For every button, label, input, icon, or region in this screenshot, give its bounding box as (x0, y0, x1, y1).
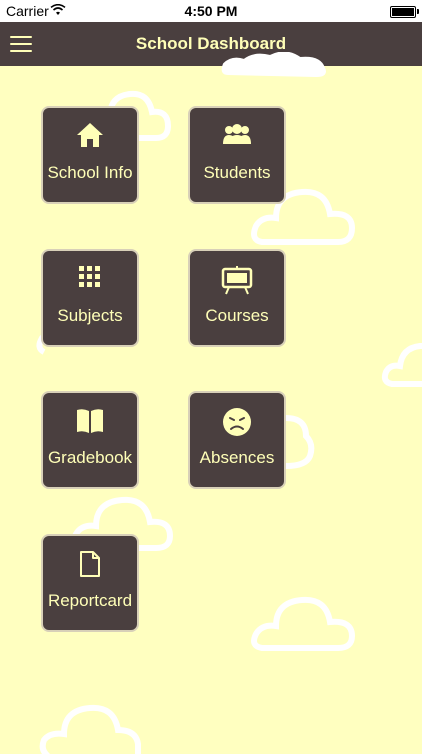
tile-label: Absences (199, 448, 275, 467)
grid-icon (43, 265, 137, 293)
battery-icon (390, 6, 416, 18)
tile-label: School Info (47, 163, 133, 182)
page-title: School Dashboard (135, 34, 287, 53)
battery-tip (417, 9, 419, 14)
people-group-icon (190, 122, 284, 150)
students-button[interactable]: Students (188, 106, 286, 204)
easel-board-icon (190, 265, 284, 295)
absences-button[interactable]: Absences (188, 391, 286, 489)
tile-label: Students (203, 163, 271, 182)
tile-label: Subjects (57, 306, 123, 325)
cloud-icon (251, 596, 356, 651)
gradebook-button[interactable]: Gradebook (41, 391, 139, 489)
cloud-icon (39, 704, 141, 754)
sad-face-icon (190, 407, 284, 436)
status-bar: Carrier 4:50 PM (0, 0, 422, 22)
subjects-button[interactable]: Subjects (41, 249, 139, 347)
cloud-icon (286, 415, 315, 469)
tile-label: Courses (205, 306, 269, 325)
tile-label: Gradebook (47, 448, 133, 467)
tile-label: Reportcard (47, 591, 133, 610)
nav-bar: School Dashboard (0, 22, 422, 66)
open-book-icon (43, 407, 137, 435)
cloud-icon (381, 343, 422, 387)
school-info-button[interactable]: School Info (41, 106, 139, 204)
status-time: 4:50 PM (184, 3, 238, 19)
document-icon (43, 550, 137, 578)
house-icon (43, 122, 137, 150)
reportcard-button[interactable]: Reportcard (41, 534, 139, 632)
courses-button[interactable]: Courses (188, 249, 286, 347)
